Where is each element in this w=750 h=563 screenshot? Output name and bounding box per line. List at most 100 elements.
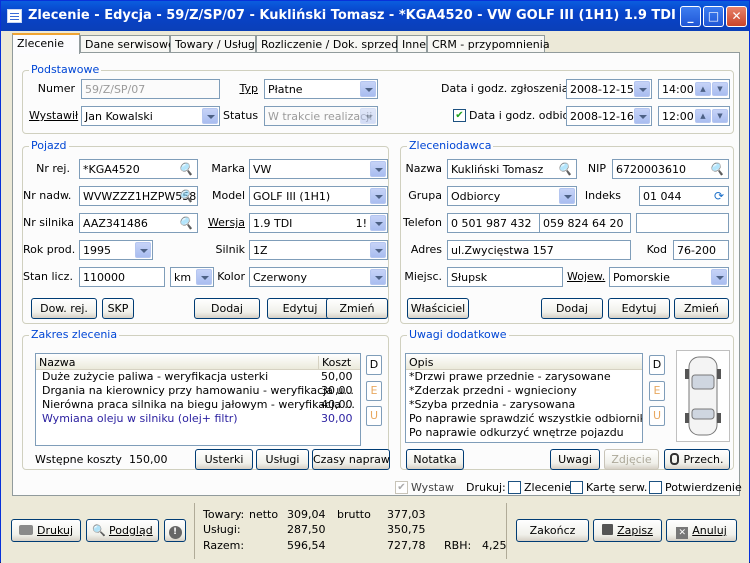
skp-button[interactable]: SKP [102,298,134,319]
adres-field[interactable]: ul.Zwycięstwa 157 [447,240,631,260]
chevron-down-icon[interactable] [370,215,386,231]
chevron-down-icon[interactable] [370,188,386,204]
stan-field[interactable]: 110000 [79,267,165,287]
zakoncz-button[interactable]: Zakończ [516,519,589,542]
wersja-select[interactable]: 1.9 TDI 1! [249,213,388,233]
chevron-down-icon[interactable] [370,242,386,258]
nip-field[interactable]: 6720003610 🔍 [612,159,729,179]
table-row[interactable]: Duże zużycie paliwa - weryfikacja usterk… [36,370,360,384]
karte-checkbox[interactable] [570,481,583,494]
list-item[interactable]: *Szyba przednia - zarysowana [406,398,642,412]
info-button[interactable]: ! [164,519,186,542]
search-icon[interactable]: 🔍 [178,189,193,203]
chevron-down-icon[interactable] [135,242,151,258]
uwagi-button[interactable]: Uwagi [550,449,600,470]
grupa-select[interactable]: Odbiorcy [447,186,577,206]
miejsc-field[interactable]: Słupsk [447,267,563,287]
typ-select[interactable]: Płatne [264,79,378,99]
close-button[interactable]: ✕ [726,6,747,27]
chevron-down-icon[interactable] [634,81,650,97]
list-item[interactable]: *Drzwi prawe przednie - zarysowane [406,370,642,384]
odbior-date[interactable]: 2008-12-16 [566,106,652,126]
odbior-checkbox[interactable]: ✔ [453,109,466,122]
uwagi-add-button[interactable]: D [649,355,665,375]
table-row[interactable]: Nierówna praca silnika na biegu jałowym … [36,398,360,412]
marka-select[interactable]: VW [249,159,388,179]
kolor-select[interactable]: Czerwony [249,267,388,287]
wojew-select[interactable]: Pomorskie [609,267,729,287]
minimize-button[interactable]: _ [680,6,701,27]
tab-inne[interactable]: Inne [397,35,427,53]
refresh-icon[interactable]: ⟳ [714,189,724,203]
telefon2-field[interactable]: 059 824 64 20 [539,213,631,233]
wystawil-select[interactable]: Jan Kowalski [81,106,220,126]
kod-field[interactable]: 76-200 [673,240,729,260]
spin-up-icon[interactable]: ▲ [695,82,711,96]
dow-rej-button[interactable]: Dow. rej. [31,298,97,319]
usterki-button[interactable]: Usterki [195,449,253,470]
spin-up-icon[interactable]: ▲ [695,109,711,123]
zlecenie-checkbox[interactable] [508,481,521,494]
klient-dodaj-button[interactable]: Dodaj [541,298,603,319]
nr-nadw-field[interactable]: WVWZZZ1HZPW558 🔍 [79,186,198,206]
zakres-edit-button[interactable]: E [366,381,382,401]
list-item[interactable]: Po naprawie odkurzyć wnętrze pojazdu [406,426,642,440]
nazwa-field[interactable]: Kukliński Tomasz 🔍 [447,159,577,179]
podglad-button[interactable]: 🔍 Podgląd [86,519,159,542]
col-opis[interactable]: Opis [409,356,433,369]
chevron-down-icon[interactable] [370,269,386,285]
zgloszenie-date[interactable]: 2008-12-15 [566,79,652,99]
tab-towary-uslugi[interactable]: Towary / Usługi [170,35,258,53]
spin-down-icon[interactable]: ▼ [712,82,728,96]
maximize-button[interactable]: □ [703,6,724,27]
odbior-time[interactable]: 12:00 ▲ ▼ [658,106,730,126]
chevron-down-icon[interactable] [634,108,650,124]
klient-zmien-button[interactable]: Zmień [674,298,729,319]
zakres-add-button[interactable]: D [366,355,382,375]
uslugi-button[interactable]: Usługi [256,449,309,470]
search-icon[interactable]: 🔍 [557,162,572,176]
drukuj-button[interactable]: Drukuj [11,519,81,542]
search-icon[interactable]: 🔍 [178,216,193,230]
telefon3-field[interactable] [636,213,729,233]
tab-crm[interactable]: CRM - przypomnienia [427,35,550,53]
search-icon[interactable]: 🔍 [178,162,193,176]
uwagi-edit-button[interactable]: E [649,381,665,401]
zakres-table[interactable]: Nazwa Koszt Duże zużycie paliwa - weryfi… [35,353,361,446]
anuluj-button[interactable]: ✕ Anuluj [666,519,737,542]
pojazd-edytuj-button[interactable]: Edytuj [267,298,333,319]
zapisz-button[interactable]: Zapisz [593,519,662,542]
status-select[interactable]: W trakcie realizacji [264,106,378,126]
zgloszenie-time[interactable]: 14:00 ▲ ▼ [658,79,730,99]
list-item[interactable]: *Zderzak przedni - wgnieciony [406,384,642,398]
nr-silnika-field[interactable]: AAZ341486 🔍 [79,213,198,233]
car-diagram[interactable] [676,350,730,442]
chevron-down-icon[interactable] [202,108,218,124]
chevron-down-icon[interactable] [711,269,727,285]
klient-edytuj-button[interactable]: Edytuj [608,298,670,319]
search-icon[interactable]: 🔍 [709,162,724,176]
wlasciciel-button[interactable]: Właściciel [407,298,469,319]
pojazd-dodaj-button[interactable]: Dodaj [194,298,260,319]
nr-rej-field[interactable]: *KGA4520 🔍 [79,159,198,179]
numer-field[interactable]: 59/Z/SP/07 [81,79,220,99]
col-koszt[interactable]: Koszt [318,356,351,369]
uwagi-table[interactable]: Opis *Drzwi prawe przednie - zarysowane … [405,353,643,443]
uwagi-remove-button[interactable]: U [649,406,665,426]
pojazd-zmien-button[interactable]: Zmień [326,298,388,319]
tab-zlecenie[interactable]: Zlecenie [12,33,80,54]
silnik-select[interactable]: 1Z [249,240,388,260]
rok-select[interactable]: 1995 [79,240,153,260]
chevron-down-icon[interactable] [360,81,376,97]
model-select[interactable]: GOLF III (1H1) [249,186,388,206]
czasy-napraw-button[interactable]: Czasy napraw [312,449,390,470]
table-row[interactable]: Drgania na kierownicy przy hamowaniu - w… [36,384,360,398]
tab-rozliczenie[interactable]: Rozliczenie / Dok. sprzedaży [256,35,417,53]
spin-down-icon[interactable]: ▼ [712,109,728,123]
zakres-remove-button[interactable]: U [366,406,382,426]
indeks-field[interactable]: 01 044 ⟳ [639,186,729,206]
tab-dane-serwisowe[interactable]: Dane serwisowe [80,35,175,53]
potwierdzenie-checkbox[interactable] [649,481,662,494]
przech-button[interactable]: Przech. [664,449,730,470]
table-row[interactable]: Wymiana oleju w silniku (olej+ filtr) 30,… [36,412,360,426]
